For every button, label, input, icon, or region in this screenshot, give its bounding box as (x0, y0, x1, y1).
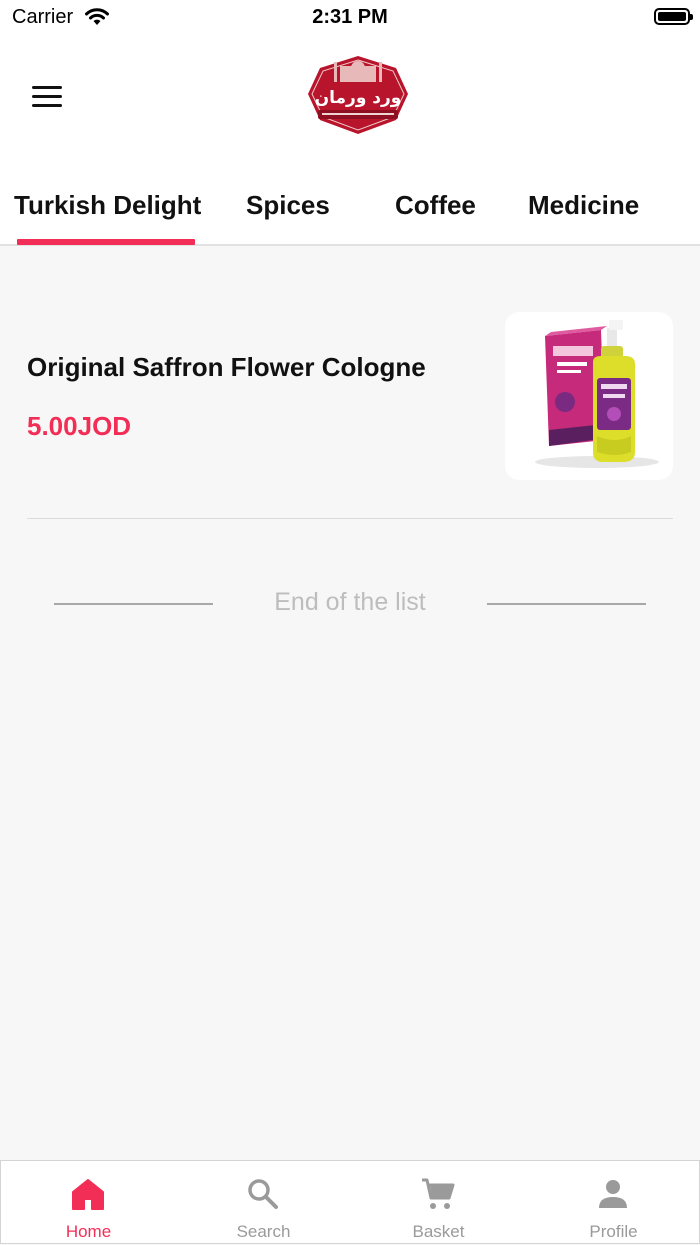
tab-turkish-delight[interactable]: Turkish Delight (14, 190, 201, 221)
nav-profile-label: Profile (589, 1222, 638, 1241)
status-time: 2:31 PM (312, 6, 388, 28)
nav-basket[interactable]: Basket (351, 1161, 526, 1245)
product-image[interactable] (505, 312, 673, 480)
category-tabs: Turkish Delight Spices Coffee Medicine (0, 160, 700, 246)
active-tab-indicator (17, 239, 195, 245)
tab-spices[interactable]: Spices (246, 190, 330, 221)
hamburger-menu-icon[interactable] (30, 84, 66, 110)
nav-home[interactable]: Home (1, 1161, 176, 1245)
logo-text: ورد ورمان (315, 88, 402, 108)
search-icon (248, 1179, 278, 1209)
nav-basket-label: Basket (412, 1222, 465, 1241)
tab-medicine[interactable]: Medicine (528, 190, 639, 221)
battery-icon (654, 8, 693, 25)
end-of-list-divider-right (487, 603, 646, 605)
app-header: ورد ورمان (0, 36, 700, 160)
person-icon (599, 1180, 627, 1208)
bottom-navigation: Home Search Basket Profile (0, 1160, 700, 1244)
nav-profile[interactable]: Profile (526, 1161, 700, 1245)
cologne-product-image (535, 320, 659, 468)
brand-logo: ورد ورمان (308, 56, 408, 134)
nav-search[interactable]: Search (176, 1161, 351, 1245)
nav-search-label: Search (236, 1222, 291, 1241)
product-name: Original Saffron Flower Cologne (27, 352, 426, 382)
status-bar: Carrier 2:31 PM (0, 0, 700, 36)
product-price: 5.00JOD (27, 411, 132, 441)
home-icon (72, 1179, 104, 1210)
cart-icon (422, 1178, 455, 1209)
product-list-item[interactable]: Original Saffron Flower Cologne 5.00JOD (27, 310, 673, 519)
tab-coffee[interactable]: Coffee (395, 190, 476, 221)
nav-home-label: Home (65, 1222, 112, 1241)
